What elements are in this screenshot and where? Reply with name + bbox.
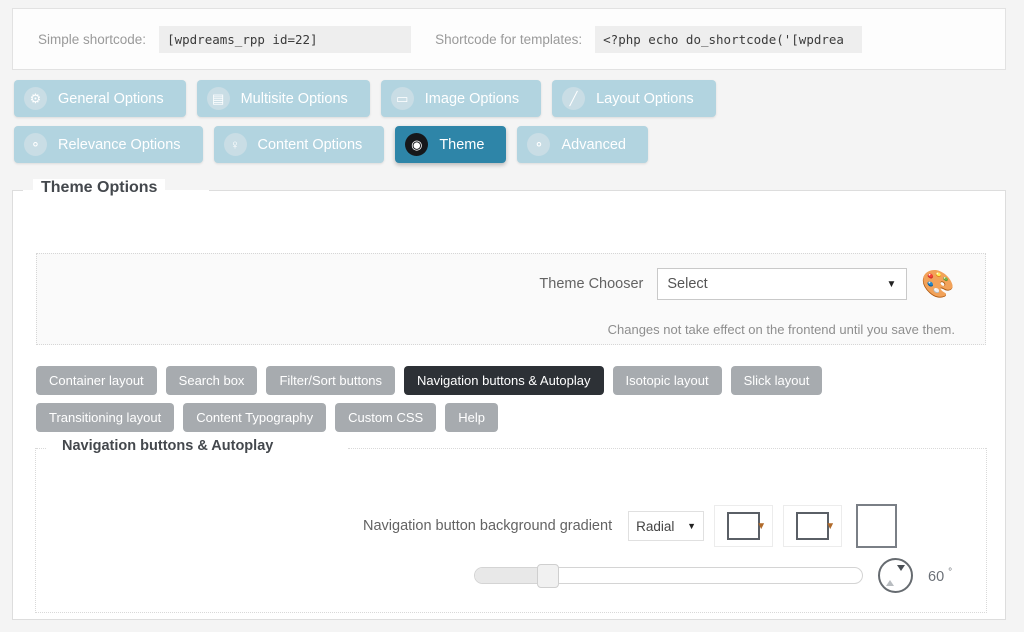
tab-advanced[interactable]: ⚬ Advanced — [517, 126, 648, 163]
subtab-custom-css[interactable]: Custom CSS — [335, 403, 437, 432]
theme-chooser-panel: Theme Chooser Select ▼ 🎨 Changes not tak… — [36, 253, 986, 345]
subtab-content-typography[interactable]: Content Typography — [183, 403, 327, 432]
degree-symbol: ° — [948, 566, 953, 578]
simple-shortcode-input[interactable]: [wpdreams_rpp id=22] — [159, 25, 412, 53]
main-tabs-row-1: ⚙ General Options ▤ Multisite Options ▭ … — [14, 80, 1014, 117]
theme-chooser-row: Theme Chooser Select ▼ 🎨 — [539, 268, 955, 300]
gradient-control-row: Navigation button background gradient Ra… — [36, 504, 986, 548]
tab-label: General Options — [58, 90, 164, 107]
subtab-search-box[interactable]: Search box — [165, 366, 258, 395]
gradient-angle-row: 60 ° — [36, 558, 986, 593]
gear-icon: ⚙ — [24, 87, 47, 110]
slider-handle[interactable] — [537, 564, 559, 588]
theme-subtabs-row-1: Container layout Search box Filter/Sort … — [36, 366, 986, 395]
template-shortcode-group: Shortcode for templates: <?php echo do_s… — [435, 25, 863, 53]
tab-label: Relevance Options — [58, 136, 181, 153]
admin-page: Simple shortcode: [wpdreams_rpp id=22] S… — [0, 0, 1024, 632]
tab-content-options[interactable]: ♀ Content Options — [213, 126, 385, 163]
simple-shortcode-label: Simple shortcode: — [38, 31, 147, 47]
color-swatch — [796, 512, 830, 540]
subtab-help[interactable]: Help — [445, 403, 498, 432]
angle-dial[interactable] — [878, 558, 913, 593]
tab-general-options[interactable]: ⚙ General Options — [14, 80, 186, 117]
gradient-color-3-preview[interactable] — [856, 504, 898, 548]
theme-options-panel: Theme Options Theme Chooser Select ▼ 🎨 C… — [12, 179, 1006, 620]
dial-pointer-icon — [897, 565, 905, 571]
theme-chooser-select[interactable]: Select ▼ — [657, 268, 908, 300]
main-tabs: ⚙ General Options ▤ Multisite Options ▭ … — [14, 80, 1014, 172]
chevron-down-icon: ▼ — [687, 521, 697, 531]
angle-number: 60 — [928, 568, 945, 585]
tab-label: Advanced — [561, 136, 626, 153]
gradient-color-2-picker[interactable]: ▼ — [783, 505, 843, 547]
tab-label: Image Options — [424, 90, 520, 107]
tab-theme[interactable]: ◉ Theme — [395, 126, 507, 163]
chevron-down-icon: ▼ — [886, 278, 897, 290]
chevron-down-icon: ▼ — [825, 520, 836, 532]
dial-secondary-icon — [886, 580, 894, 586]
theme-chooser-label: Theme Chooser — [539, 276, 644, 292]
tab-label: Multisite Options — [240, 90, 348, 107]
navigation-autoplay-panel: Navigation buttons & Autoplay Navigation… — [35, 438, 987, 613]
tab-label: Theme — [439, 136, 485, 153]
simple-shortcode-group: Simple shortcode: [wpdreams_rpp id=22] — [38, 25, 412, 53]
relevance-icon: ⚬ — [24, 133, 47, 156]
tab-label: Layout Options — [596, 90, 694, 107]
subtab-isotopic-layout[interactable]: Isotopic layout — [612, 366, 722, 395]
tab-multisite-options[interactable]: ▤ Multisite Options — [196, 80, 370, 117]
shortcode-bar: Simple shortcode: [wpdreams_rpp id=22] S… — [12, 8, 1006, 70]
tab-label: Content Options — [257, 136, 363, 153]
navigation-autoplay-legend: Navigation buttons & Autoplay — [54, 438, 282, 454]
gradient-position-slider[interactable] — [474, 564, 863, 588]
advanced-icon: ⚬ — [527, 133, 551, 156]
pin-icon: ♀ — [223, 133, 247, 156]
tab-layout-options[interactable]: ╱ Layout Options — [552, 80, 716, 117]
pencil-icon: ╱ — [562, 87, 586, 110]
eye-icon: ◉ — [405, 133, 429, 156]
subtab-container-layout[interactable]: Container layout — [36, 366, 157, 395]
gradient-label: Navigation button background gradient — [363, 518, 613, 534]
tab-image-options[interactable]: ▭ Image Options — [380, 80, 542, 117]
template-shortcode-label: Shortcode for templates: — [435, 31, 583, 47]
theme-subtabs-row-2: Transitioning layout Content Typography … — [36, 403, 986, 432]
main-tabs-row-2: ⚬ Relevance Options ♀ Content Options ◉ … — [14, 126, 1014, 163]
theme-chooser-value: Select — [667, 276, 708, 292]
theme-options-legend: Theme Options — [33, 179, 166, 197]
gradient-type-value: Radial — [636, 518, 675, 534]
theme-chooser-note: Changes not take effect on the frontend … — [607, 322, 955, 337]
tab-relevance-options[interactable]: ⚬ Relevance Options — [14, 126, 203, 163]
gradient-color-1-picker[interactable]: ▼ — [714, 505, 774, 547]
subtab-filter-sort-buttons[interactable]: Filter/Sort buttons — [266, 366, 396, 395]
template-shortcode-input[interactable]: <?php echo do_shortcode('[wpdrea — [595, 25, 863, 53]
palette-icon: 🎨 — [921, 268, 955, 299]
angle-value: 60 ° — [928, 567, 952, 585]
subtab-slick-layout[interactable]: Slick layout — [730, 366, 823, 395]
gradient-type-select[interactable]: Radial ▼ — [628, 511, 705, 541]
sites-icon: ▤ — [206, 87, 230, 110]
image-icon: ▭ — [390, 87, 414, 110]
subtab-transitioning-layout[interactable]: Transitioning layout — [36, 403, 175, 432]
theme-subtabs: Container layout Search box Filter/Sort … — [36, 366, 986, 440]
chevron-down-icon: ▼ — [756, 520, 767, 532]
color-swatch — [727, 512, 761, 540]
subtab-navigation-buttons-autoplay[interactable]: Navigation buttons & Autoplay — [404, 366, 604, 395]
